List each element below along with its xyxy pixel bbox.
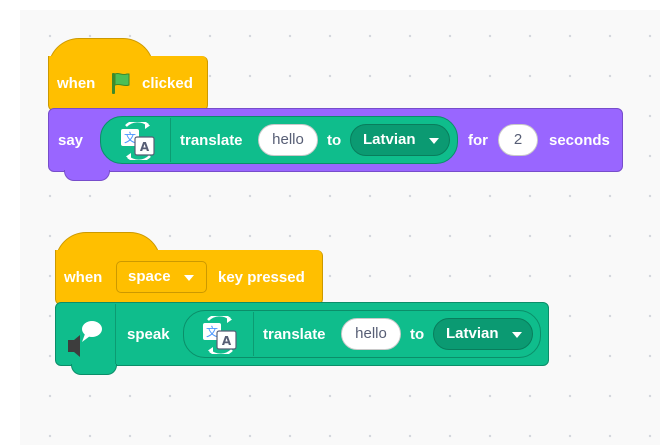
language-dropdown-value: Latvian [363, 131, 416, 148]
translate-text-input[interactable]: hello [258, 124, 318, 156]
speak-label: speak [127, 326, 170, 343]
to-label: to [327, 132, 342, 149]
seconds-label: seconds [549, 132, 610, 149]
to-label: to [410, 326, 425, 343]
text-to-speech-icon [68, 321, 102, 357]
translate-icon: 文 A [121, 122, 155, 160]
svg-text:文: 文 [206, 324, 218, 339]
seconds-input[interactable]: 2 [498, 124, 538, 156]
reporter-divider [253, 312, 254, 356]
green-flag-icon [112, 72, 130, 94]
when-label: when [64, 269, 103, 286]
chevron-down-icon [429, 138, 439, 144]
key-pressed-label: key pressed [218, 269, 305, 286]
translate-text-input[interactable]: hello [341, 318, 401, 350]
for-label: for [468, 132, 488, 149]
speak-block-notch [71, 364, 117, 375]
translate-label: translate [180, 132, 243, 149]
svg-text:A: A [222, 334, 232, 348]
translate-label: translate [263, 326, 326, 343]
language-dropdown-value: Latvian [446, 325, 499, 342]
reporter-divider [170, 118, 171, 162]
chevron-down-icon [184, 275, 194, 281]
translate-icon: 文 A [203, 316, 237, 354]
speak-divider [115, 304, 116, 364]
svg-text:文: 文 [124, 130, 136, 145]
svg-text:A: A [140, 140, 150, 154]
key-dropdown-value: space [128, 268, 171, 285]
chevron-down-icon [512, 332, 522, 338]
scratch-editor: when clicked say 文 A translate hello to … [0, 0, 660, 445]
say-label: say [58, 132, 84, 149]
clicked-label: clicked [142, 75, 193, 92]
say-block-notch [64, 170, 110, 181]
when-label: when [57, 75, 96, 92]
